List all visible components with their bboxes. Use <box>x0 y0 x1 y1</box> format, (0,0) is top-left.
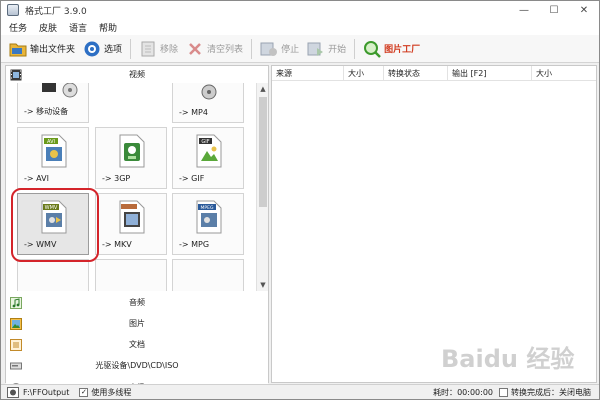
multithread-label: 使用多线程 <box>91 388 132 397</box>
format-grid-scrollbar[interactable]: ▲ ▼ <box>256 83 268 291</box>
menu-skin[interactable]: 皮肤 <box>39 21 57 34</box>
clear-list-label: 清空列表 <box>207 45 244 55</box>
image-factory-label: 图片工厂 <box>384 45 421 55</box>
scroll-down-arrow-icon[interactable]: ▼ <box>257 279 269 291</box>
start-icon <box>307 40 325 58</box>
tile-label: -> 3GP <box>102 174 131 183</box>
col-output-size[interactable]: 大小 <box>532 66 596 81</box>
tile-label: -> MP4 <box>179 108 208 117</box>
app-logo-icon <box>7 4 19 16</box>
output-folder-label: 输出文件夹 <box>30 45 76 55</box>
maximize-button[interactable]: ☐ <box>539 1 569 19</box>
menu-help[interactable]: 帮助 <box>99 21 117 34</box>
tile-mp4[interactable]: -> MP4 <box>172 83 244 123</box>
output-folder-icon <box>7 387 19 398</box>
tile-mpg[interactable]: MPEG -> MPG <box>172 193 244 255</box>
col-size[interactable]: 大小 <box>344 66 384 81</box>
status-bar: F:\FFOutput ✓ 使用多线程 耗时： 00:00:00 转换完成后：关… <box>1 384 599 399</box>
image-factory-button[interactable]: 图片工厂 <box>363 37 420 61</box>
menu-language[interactable]: 语言 <box>69 21 87 34</box>
mp4-icon <box>195 83 223 102</box>
category-audio-label: 音频 <box>129 298 145 307</box>
col-source[interactable]: 来源 <box>272 66 344 81</box>
3gp-file-icon <box>118 134 146 168</box>
output-path: F:\FFOutput <box>23 388 70 397</box>
tile-mobile-device[interactable]: -> 移动设备 <box>17 83 89 123</box>
tile-partial[interactable] <box>17 259 89 291</box>
task-list-header: 来源 大小 转换状态 输出 [F2] 大小 <box>272 66 596 81</box>
tile-partial[interactable] <box>95 259 167 291</box>
toolbar: 输出文件夹 选项 移除 清空列表 停止 开始 图片工厂 <box>1 35 599 63</box>
tile-mkv[interactable]: -> MKV <box>95 193 167 255</box>
mpg-badge: MPEG <box>201 205 214 211</box>
stop-icon <box>260 40 278 58</box>
after-convert-label: 转换完成后：关闭电脑 <box>511 388 591 397</box>
options-label: 选项 <box>104 45 123 55</box>
toolbar-separator <box>354 38 356 59</box>
category-video-label: 视频 <box>129 70 145 79</box>
scrollbar-thumb[interactable] <box>259 97 267 207</box>
task-list[interactable]: 来源 大小 转换状态 输出 [F2] 大小 <box>271 65 597 383</box>
remove-label: 移除 <box>160 45 179 55</box>
app-window: 格式工厂 3.9.0 — ☐ ✕ 任务 皮肤 语言 帮助 输出文件夹 选项 移除… <box>0 0 600 400</box>
avi-file-icon: AVI <box>40 134 68 168</box>
multithread-checkbox[interactable]: ✓ <box>79 388 89 397</box>
gif-file-icon: GIF <box>195 134 223 168</box>
close-button[interactable]: ✕ <box>569 1 599 19</box>
title-bar[interactable]: 格式工厂 3.9.0 — ☐ ✕ <box>1 1 599 19</box>
start-button[interactable]: 开始 <box>307 37 346 61</box>
tile-3gp[interactable]: -> 3GP <box>95 127 167 189</box>
window-title: 格式工厂 3.9.0 <box>25 6 87 17</box>
output-path-area[interactable]: F:\FFOutput <box>7 387 69 398</box>
category-document-label: 文档 <box>129 340 145 349</box>
start-label: 开始 <box>328 45 347 55</box>
mobile-device-icon <box>40 83 78 102</box>
remove-icon <box>139 40 157 58</box>
folder-icon <box>9 40 27 58</box>
category-panel: 视频 -> 移动设备 -> MP4 AVI -> AVI -> 3GP GIF … <box>5 65 269 396</box>
category-document-header[interactable]: 文档 <box>6 336 268 353</box>
category-rom-header[interactable]: 光驱设备\DVD\CD\ISO <box>6 357 268 374</box>
baidu-watermark: Baidu 经验 <box>441 345 575 373</box>
highlight-annotation <box>11 188 99 262</box>
after-convert-checkbox[interactable] <box>499 388 508 397</box>
clear-icon <box>186 40 204 58</box>
avi-badge: AVI <box>47 139 55 145</box>
col-status[interactable]: 转换状态 <box>384 66 448 81</box>
scroll-up-arrow-icon[interactable]: ▲ <box>257 83 269 95</box>
elapsed-label: 耗时： <box>433 388 458 397</box>
category-video-header[interactable]: 视频 <box>6 66 268 83</box>
mpg-file-icon: MPEG <box>195 200 223 234</box>
mkv-file-icon <box>118 200 146 234</box>
tile-avi[interactable]: AVI -> AVI <box>17 127 89 189</box>
minimize-button[interactable]: — <box>509 1 539 19</box>
tile-label: -> 移动设备 <box>24 107 69 116</box>
category-audio-header[interactable]: 音频 <box>6 294 268 311</box>
stop-label: 停止 <box>281 45 300 55</box>
stop-button[interactable]: 停止 <box>260 37 299 61</box>
elapsed-value: 00:00:00 <box>457 388 493 397</box>
options-icon <box>83 40 101 58</box>
options-button[interactable]: 选项 <box>83 37 122 61</box>
clear-list-button[interactable]: 清空列表 <box>186 37 243 61</box>
menu-bar: 任务 皮肤 语言 帮助 <box>1 19 599 35</box>
tile-label: -> MKV <box>102 240 132 249</box>
menu-task[interactable]: 任务 <box>9 21 27 34</box>
gif-badge: GIF <box>201 139 209 145</box>
magnifier-icon <box>363 40 381 58</box>
category-picture-header[interactable]: 图片 <box>6 315 268 332</box>
output-folder-button[interactable]: 输出文件夹 <box>9 37 75 61</box>
tile-label: -> AVI <box>24 174 49 183</box>
tile-label: -> MPG <box>179 240 210 249</box>
category-picture-label: 图片 <box>129 319 145 328</box>
toolbar-separator <box>130 38 132 59</box>
category-rom-label: 光驱设备\DVD\CD\ISO <box>95 361 179 370</box>
remove-button[interactable]: 移除 <box>139 37 178 61</box>
tile-label: -> GIF <box>179 174 205 183</box>
col-output[interactable]: 输出 [F2] <box>448 66 532 81</box>
tile-partial[interactable] <box>172 259 244 291</box>
toolbar-separator <box>251 38 253 59</box>
tile-gif[interactable]: GIF -> GIF <box>172 127 244 189</box>
